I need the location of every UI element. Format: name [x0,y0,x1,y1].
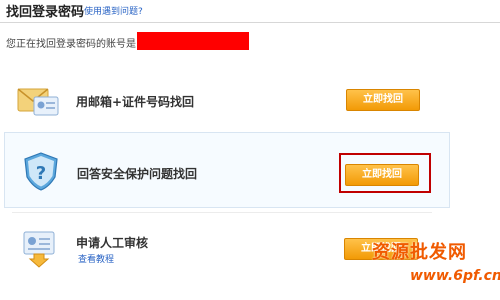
page-header: 找回登录密码 使用遇到问题? [0,0,500,23]
option-label: 用邮箱+证件号码找回 [76,95,195,109]
id-card-envelope-icon [16,81,60,121]
security-question-shield-icon: ? [19,151,63,191]
site-watermark: 资源批发网 www.6pf.cn [370,238,500,300]
page-title: 找回登录密码 [6,5,85,20]
svg-text:?: ? [36,163,46,184]
highlight-box [339,153,431,193]
redacted-account-value [137,32,249,50]
manual-review-card-icon [18,228,62,268]
option-label: 申请人工审核 [76,236,149,250]
account-label: 您正在找回登录密码的账号是: [6,39,140,50]
divider [12,212,432,213]
help-link[interactable]: 使用遇到问题? [84,4,143,17]
option-label: 回答安全保护问题找回 [77,167,198,181]
option-email-id: 用邮箱+证件号码找回 立即找回 [4,62,450,132]
watermark-text: 资源批发网 [372,242,467,263]
option-security-question: ? 回答安全保护问题找回 立即找回 [4,132,450,208]
recover-now-button[interactable]: 立即找回 [346,89,420,111]
view-tutorial-link[interactable]: 查看教程 [78,252,114,265]
watermark-url: www.6pf.cn [410,268,500,284]
